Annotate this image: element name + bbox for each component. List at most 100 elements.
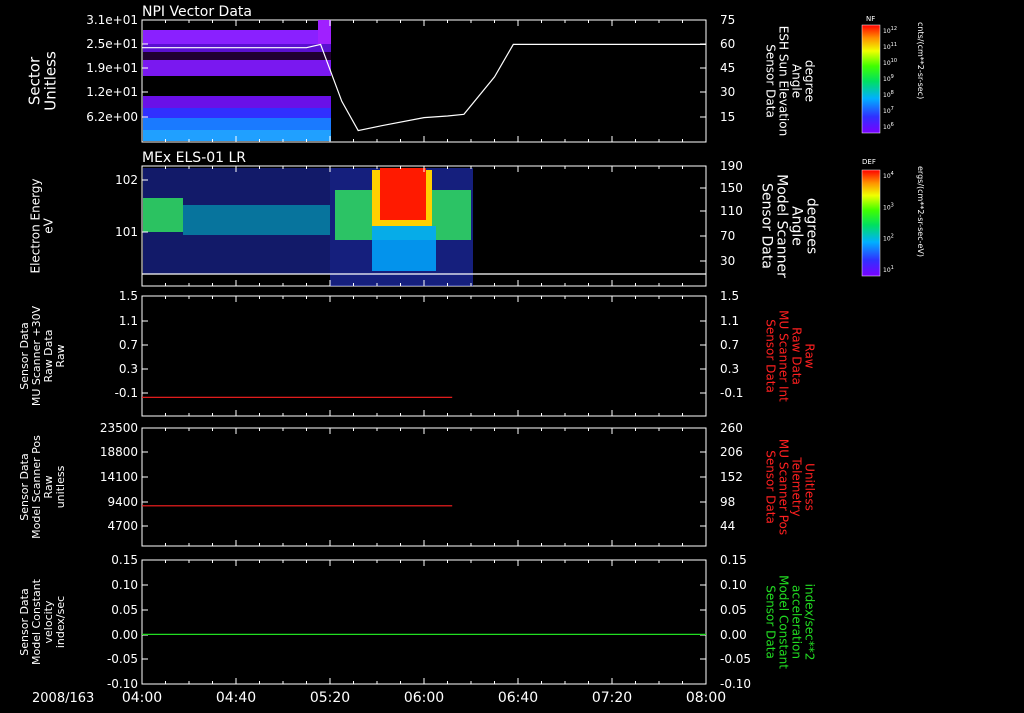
y-left-label-line: index/sec: [54, 596, 67, 648]
y-right-label: Sensor Data ESH Sun Elevation Angle degree: [763, 26, 816, 136]
y-right-tick-label: 0.00: [720, 628, 747, 642]
colorbar-tick-label: 101: [883, 265, 894, 274]
y-left-tick-label: 6.2e+00: [86, 110, 138, 124]
y-right-tick-label: 110: [720, 204, 743, 218]
y-right-label-line: Raw: [802, 343, 816, 368]
y-right-tick-label: 70: [720, 229, 735, 243]
y-left-label: SectorUnitless: [25, 51, 59, 111]
els-band-cyan-2: [372, 226, 436, 271]
panel-title: MEx ELS-01 LR: [142, 150, 246, 166]
y-right-label-line: Sensor Data: [763, 319, 777, 393]
y-right-tick-label: 150: [720, 181, 743, 195]
y-left-tick-label: -0.05: [107, 652, 138, 666]
y-left-tick-label: 0.00: [111, 628, 138, 642]
y-left-tick-label: 0.7: [119, 338, 138, 352]
y-left-tick-label: 0.10: [111, 578, 138, 592]
dynamic-layer: 3.1e+01 2.5e+01 1.9e+01 1.2e+01 6.2e+00 75 60 4…: [18, 4, 820, 706]
y-right-label: Sensor Data Model Scanner Angle degrees: [759, 174, 820, 278]
y-right-tick-label: 206: [720, 445, 743, 459]
els-band-red: [380, 168, 426, 220]
colorbar-nf-unit: cnts/(cm**2-sr-sec): [916, 22, 925, 99]
y-right-label-line: index/sec**2: [802, 584, 816, 661]
x-tick-label: 04:40: [216, 690, 256, 706]
y-right-tick-label: 152: [720, 470, 743, 484]
y-left-label: Sensor Data MU Scanner +30V Raw Data Raw: [18, 305, 67, 406]
y-right-label-line: Angle: [789, 206, 805, 246]
y-right-label: Sensor Data MU Scanner Int Raw Data Raw: [763, 310, 816, 402]
npi-band-mid2: [143, 60, 331, 76]
x-tick-label: 06:40: [498, 690, 538, 706]
y-right-tick-label: 1.5: [720, 289, 739, 303]
npi-band-bottom2: [143, 130, 331, 141]
y-right-tick-label: 1.1: [720, 314, 739, 328]
y-right-tick-label: 30: [720, 85, 735, 99]
y-left-tick-label: 1.1: [119, 314, 138, 328]
y-right-label-line: MU Scanner Pos: [776, 439, 790, 535]
y-right-tick-label: 0.3: [720, 362, 739, 376]
y-left-tick-label: 14100: [100, 470, 138, 484]
y-right-tick-label: 0.10: [720, 578, 747, 592]
y-right-label-line: MU Scanner Int: [776, 310, 790, 402]
colorbar-tick-label: 106: [883, 122, 894, 131]
y-left-label: Sensor Data Model Constant velocity index/s…: [18, 578, 67, 665]
y-left-tick-label: 1.2e+01: [86, 85, 138, 99]
colorbar-tick-label: 102: [883, 234, 894, 243]
y-left-tick-label: 3.1e+01: [86, 13, 138, 27]
y-right-tick-label: 0.7: [720, 338, 739, 352]
y-left-tick-label: 0.05: [111, 603, 138, 617]
plot-stage: 3.1e+01 2.5e+01 1.9e+01 1.2e+01 6.2e+00 75 60 4…: [0, 0, 1024, 708]
colorbar-def-ticks: 104 103 102 101: [883, 171, 894, 274]
y-right-label-line: degrees: [804, 198, 820, 254]
y-right-tick-label: 15: [720, 110, 735, 124]
panel-3-frame: [141, 295, 707, 417]
y-left-tick-label: 102: [115, 173, 138, 187]
x-tick-label: 04:00: [122, 690, 162, 706]
npi-band-top: [143, 30, 331, 44]
y-left-tick-label: -0.1: [115, 386, 138, 400]
y-right-label-line: Sensor Data: [763, 450, 777, 524]
y-left-tick-label: 23500: [100, 421, 138, 435]
y-right-label-line: Angle: [789, 64, 803, 98]
y-right-tick-label: 190: [720, 159, 743, 173]
x-tick-label: 05:20: [310, 690, 350, 706]
y-left-tick-label: 101: [115, 225, 138, 239]
colorbar-nf-ticks: 1012 1011 1010 109 108 107 106: [883, 26, 897, 131]
y-left-label-line: Raw: [54, 344, 67, 367]
y-right-label-line: Telemetry: [789, 456, 803, 516]
y-left-label: Electron Energy eV: [29, 178, 56, 273]
panel-4-frame: [141, 427, 707, 547]
npi-band-lower2: [143, 108, 331, 118]
colorbar-tick-label: 104: [883, 171, 894, 180]
y-right-label-line: acceleration: [789, 585, 803, 659]
colorbar-def-scale: [861, 169, 881, 277]
y-left-tick-label: 1.5: [119, 289, 138, 303]
colorbar-tick-label: 1010: [883, 58, 897, 67]
y-right-label-line: Unitless: [802, 463, 816, 511]
y-right-label: Sensor Data MU Scanner Pos Telemetry Unitle…: [763, 439, 816, 535]
y-right-label-line: Sensor Data: [759, 183, 775, 269]
date-label: 2008/163: [32, 691, 94, 706]
y-right-label-line: ESH Sun Elevation: [776, 26, 790, 136]
colorbar-tick-label: 109: [883, 74, 894, 83]
colorbar-tick-label: 1011: [883, 42, 897, 51]
els-band-cyan-1: [183, 205, 330, 235]
y-left-tick-label: 4700: [107, 519, 138, 533]
y-left-tick-label: -0.10: [107, 677, 138, 691]
y-right-tick-label: 30: [720, 254, 735, 268]
y-left-tick-label: 18800: [100, 445, 138, 459]
y-right-label-line: Model Scanner: [774, 174, 790, 278]
colorbar-def-title: DEF: [862, 158, 876, 166]
npi-band-lower: [143, 96, 331, 108]
npi-spectrogram: [143, 20, 331, 141]
els-band-green-1: [143, 198, 183, 232]
panel-5-frame: [141, 559, 707, 685]
y-left-label-line: Unitless: [41, 51, 59, 111]
colorbar-tick-label: 1012: [883, 26, 897, 35]
y-left-tick-label: 0.3: [119, 362, 138, 376]
npi-band-mid: [143, 52, 331, 60]
y-left-tick-label: 9400: [107, 495, 138, 509]
y-right-label-line: degree: [802, 60, 816, 102]
y-right-label-line: Raw Data: [789, 327, 803, 385]
y-left-label-line: unitless: [54, 465, 67, 508]
x-tick-label: 06:00: [404, 690, 444, 706]
